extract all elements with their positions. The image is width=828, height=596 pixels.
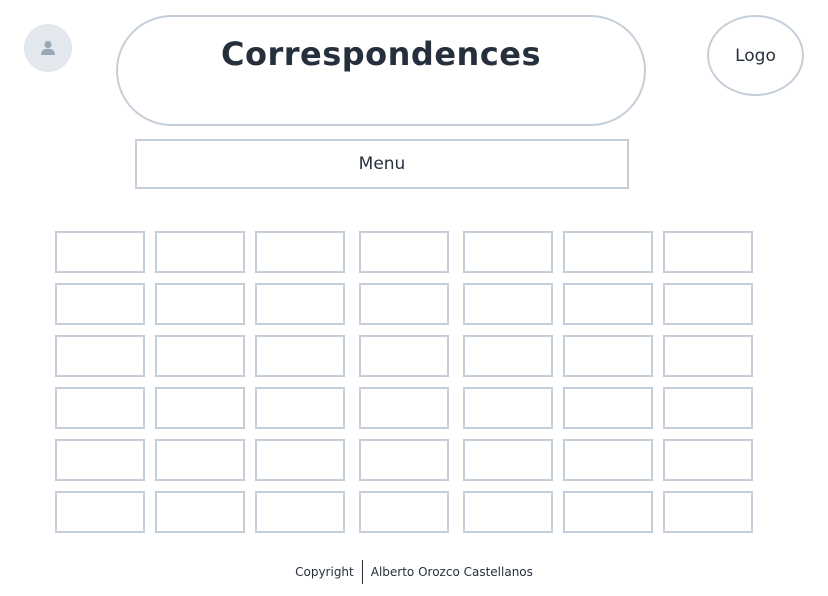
grid-cell[interactable] bbox=[155, 283, 245, 325]
grid-cell[interactable] bbox=[663, 231, 753, 273]
grid-cell[interactable] bbox=[663, 387, 753, 429]
grid-cell[interactable] bbox=[55, 231, 145, 273]
grid-cell[interactable] bbox=[563, 387, 653, 429]
grid-cell[interactable] bbox=[463, 335, 553, 377]
copyright-label: Copyright bbox=[295, 565, 354, 579]
grid-cell[interactable] bbox=[55, 387, 145, 429]
grid-cell[interactable] bbox=[155, 231, 245, 273]
grid-cell[interactable] bbox=[55, 491, 145, 533]
grid-cell[interactable] bbox=[255, 387, 345, 429]
author-name: Alberto Orozco Castellanos bbox=[370, 565, 533, 579]
menu-label: Menu bbox=[358, 154, 406, 174]
grid-cell[interactable] bbox=[255, 491, 345, 533]
grid-cell[interactable] bbox=[255, 283, 345, 325]
grid-cell[interactable] bbox=[663, 335, 753, 377]
grid-cell[interactable] bbox=[563, 439, 653, 481]
grid-cell[interactable] bbox=[359, 387, 449, 429]
grid-cell[interactable] bbox=[359, 491, 449, 533]
grid-cell[interactable] bbox=[359, 283, 449, 325]
grid-cell[interactable] bbox=[663, 283, 753, 325]
grid-cell[interactable] bbox=[663, 439, 753, 481]
user-icon bbox=[41, 40, 55, 55]
grid-cell[interactable] bbox=[463, 439, 553, 481]
grid-cell[interactable] bbox=[563, 335, 653, 377]
title-banner: Correspondences bbox=[116, 15, 646, 126]
grid-cell[interactable] bbox=[359, 439, 449, 481]
grid-cell[interactable] bbox=[155, 387, 245, 429]
grid-cell[interactable] bbox=[155, 439, 245, 481]
avatar[interactable] bbox=[24, 24, 72, 72]
grid-cell[interactable] bbox=[155, 491, 245, 533]
grid-cell[interactable] bbox=[55, 439, 145, 481]
grid-cell[interactable] bbox=[463, 491, 553, 533]
grid-cell[interactable] bbox=[663, 491, 753, 533]
footer: Copyright Alberto Orozco Castellanos bbox=[0, 560, 828, 584]
page-title: Correspondences bbox=[220, 35, 542, 73]
grid-cell[interactable] bbox=[563, 283, 653, 325]
grid-cell[interactable] bbox=[563, 491, 653, 533]
grid-cell[interactable] bbox=[463, 387, 553, 429]
grid-cell[interactable] bbox=[255, 335, 345, 377]
grid-cell[interactable] bbox=[255, 231, 345, 273]
grid-cell[interactable] bbox=[155, 335, 245, 377]
logo-label: Logo bbox=[735, 45, 776, 66]
grid-cell[interactable] bbox=[563, 231, 653, 273]
grid-cell[interactable] bbox=[359, 231, 449, 273]
grid-cell[interactable] bbox=[55, 283, 145, 325]
grid-cell[interactable] bbox=[255, 439, 345, 481]
grid-cell[interactable] bbox=[463, 231, 553, 273]
menu-button[interactable]: Menu bbox=[135, 139, 629, 189]
logo[interactable]: Logo bbox=[707, 15, 804, 96]
grid-cell[interactable] bbox=[463, 283, 553, 325]
grid-cell[interactable] bbox=[359, 335, 449, 377]
grid-cell[interactable] bbox=[55, 335, 145, 377]
